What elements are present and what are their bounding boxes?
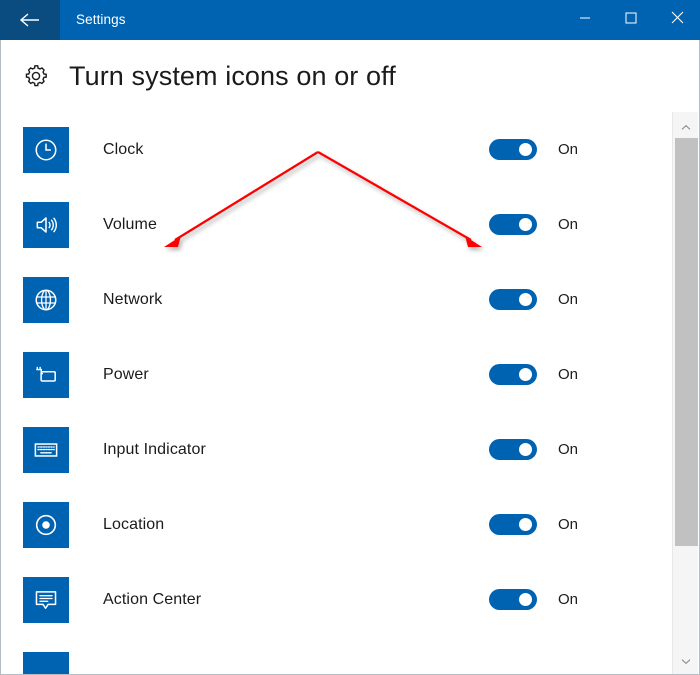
close-button[interactable] [654,0,700,40]
location-target-icon [33,512,59,538]
back-arrow-icon [19,12,41,28]
row-label: Action Center [103,590,202,608]
close-icon [671,11,684,29]
minimize-icon [579,11,591,29]
scroll-down-button[interactable] [673,650,698,672]
row-label: Clock [103,140,144,158]
minimize-button[interactable] [562,0,608,40]
settings-row-clock[interactable]: Clock On [1,112,673,187]
scroll-up-button[interactable] [673,116,698,138]
row-label: Power [103,365,149,383]
row-label: Network [103,290,163,308]
action-center-icon [33,587,59,613]
settings-row-partial[interactable] [1,637,673,674]
toggle-switch-power[interactable] [489,364,537,385]
icon-tile [23,126,69,173]
row-label: Input Indicator [103,440,206,458]
gear-icon [23,63,49,89]
icon-tile [23,351,69,398]
toggle-knob [519,593,532,606]
toggle-state-label: On [558,216,579,233]
toggle-state-label: On [558,291,579,308]
toggle-group: On [489,364,578,385]
network-globe-icon [33,287,59,313]
toggle-switch-input-indicator[interactable] [489,439,537,460]
toggle-state-label: On [558,441,579,458]
icon-tile [23,651,69,674]
toggle-knob [519,443,532,456]
page-header: Turn system icons on or off [1,40,699,112]
maximize-button[interactable] [608,0,654,40]
system-icons-list: Clock On Volume On Network On Power On I… [1,112,673,674]
toggle-switch-clock[interactable] [489,139,537,160]
icon-tile [23,426,69,473]
toggle-knob [519,218,532,231]
volume-speaker-icon [33,212,59,238]
toggle-knob [519,293,532,306]
toggle-group: On [489,439,578,460]
power-battery-icon [33,362,59,388]
settings-row-location[interactable]: Location On [1,487,673,562]
toggle-switch-action-center[interactable] [489,589,537,610]
maximize-icon [625,11,637,29]
chevron-up-icon [681,118,691,136]
row-label: Location [103,515,165,533]
icon-tile [23,201,69,248]
settings-row-network[interactable]: Network On [1,262,673,337]
vertical-scrollbar[interactable] [672,112,698,674]
settings-window: Settings Turn system icons on or off Clo… [0,0,700,675]
chevron-down-icon [681,652,691,670]
page-body: Turn system icons on or off Clock On Vol… [0,40,700,675]
scrollbar-thumb[interactable] [675,138,698,546]
icon-tile [23,576,69,623]
toggle-group: On [489,139,578,160]
toggle-group: On [489,214,578,235]
toggle-knob [519,368,532,381]
settings-row-volume[interactable]: Volume On [1,187,673,262]
toggle-state-label: On [558,516,579,533]
toggle-state-label: On [558,591,579,608]
clock-icon [33,137,59,163]
toggle-group: On [489,589,578,610]
toggle-group: On [489,289,578,310]
toggle-switch-volume[interactable] [489,214,537,235]
icon-tile [23,276,69,323]
window-title: Settings [76,12,126,27]
row-label: Volume [103,215,157,233]
toggle-knob [519,143,532,156]
toggle-knob [519,518,532,531]
page-title: Turn system icons on or off [69,60,396,91]
window-controls [562,0,700,40]
title-bar: Settings [0,0,700,40]
toggle-group: On [489,514,578,535]
settings-row-input-indicator[interactable]: Input Indicator On [1,412,673,487]
toggle-state-label: On [558,141,579,158]
keyboard-icon [33,437,59,463]
toggle-switch-location[interactable] [489,514,537,535]
toggle-state-label: On [558,366,579,383]
back-button[interactable] [0,0,60,40]
toggle-switch-network[interactable] [489,289,537,310]
settings-row-power[interactable]: Power On [1,337,673,412]
settings-row-action-center[interactable]: Action Center On [1,562,673,637]
icon-tile [23,501,69,548]
